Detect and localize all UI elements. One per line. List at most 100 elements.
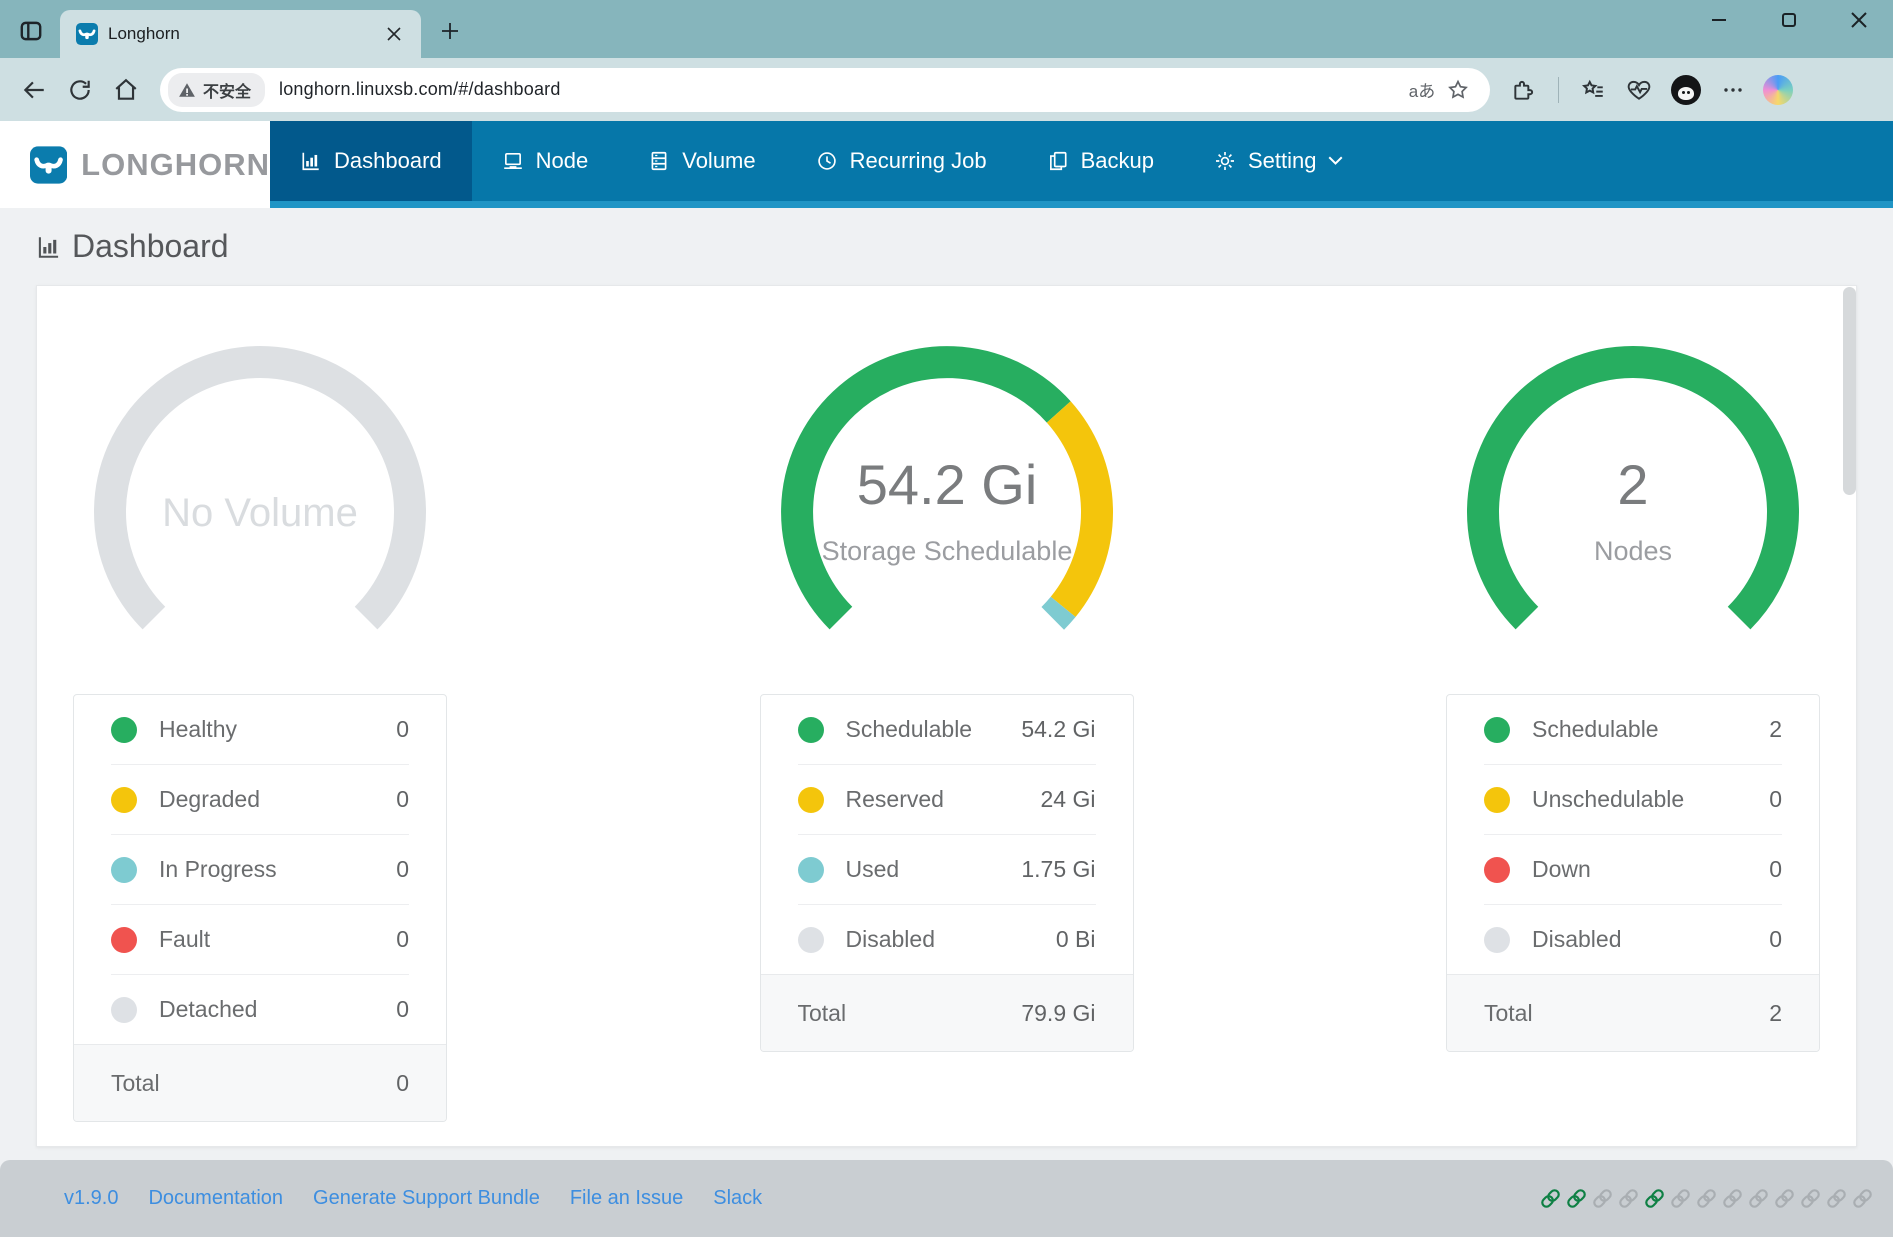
favorite-star-icon[interactable] — [1440, 72, 1476, 108]
footer-links: v1.9.0 Documentation Generate Support Bun… — [64, 1187, 762, 1210]
node-icon — [502, 150, 524, 172]
legend-value: 0 — [396, 786, 409, 813]
nav-item-setting[interactable]: Setting — [1184, 121, 1374, 208]
chain-link-icon-9-gray[interactable] — [1746, 1186, 1771, 1211]
maximize-icon[interactable] — [1777, 8, 1801, 32]
longhorn-bull-icon — [30, 137, 67, 193]
close-icon[interactable] — [1847, 8, 1871, 32]
chain-link-icon-10-gray[interactable] — [1772, 1186, 1797, 1211]
footer-link-slack[interactable]: Slack — [713, 1187, 762, 1210]
legend-total-row: Total0 — [74, 1044, 446, 1121]
nav-item-label: Dashboard — [334, 148, 442, 174]
extensions-icon[interactable] — [1504, 70, 1544, 110]
legend-label: Fault — [159, 926, 396, 953]
tab-actions-icon[interactable] — [14, 14, 48, 48]
svg-text:No Volume: No Volume — [162, 491, 358, 535]
svg-text:Nodes: Nodes — [1594, 536, 1672, 566]
version-link[interactable]: v1.9.0 — [64, 1187, 118, 1210]
url-text[interactable]: longhorn.linuxsb.com/#/dashboard — [279, 79, 1404, 100]
chain-link-icon-7-gray[interactable] — [1694, 1186, 1719, 1211]
legend-row-down: Down0 — [1447, 835, 1819, 904]
browser-tab[interactable]: Longhorn — [60, 10, 421, 58]
legend-row-detached: Detached0 — [74, 975, 446, 1044]
chain-link-icon-5-green[interactable] — [1642, 1186, 1667, 1211]
security-chip[interactable]: 不安全 — [168, 73, 265, 107]
gear-icon — [1214, 150, 1236, 172]
copilot-icon[interactable] — [1763, 75, 1793, 105]
new-tab-button[interactable] — [435, 16, 465, 46]
nav-item-label: Backup — [1081, 148, 1154, 174]
footer-link-documentation[interactable]: Documentation — [148, 1187, 283, 1210]
status-dot — [798, 717, 824, 743]
dashboard-card: No VolumeHealthy0Degraded0In Progress0Fa… — [36, 285, 1857, 1147]
chain-link-icon-4-gray[interactable] — [1616, 1186, 1641, 1211]
minimize-icon[interactable] — [1707, 8, 1731, 32]
chain-link-icon-3-gray[interactable] — [1590, 1186, 1615, 1211]
legend-value: 0 — [396, 856, 409, 883]
legend-total-row: Total79.9 Gi — [761, 974, 1133, 1051]
legend-row-disabled: Disabled0 Bi — [761, 905, 1133, 974]
status-dot — [1484, 927, 1510, 953]
storage-gauge: 54.2 GiStorage Schedulable — [777, 342, 1117, 682]
legend-label: In Progress — [159, 856, 396, 883]
tab-title: Longhorn — [108, 24, 381, 44]
nav-item-volume[interactable]: Volume — [618, 121, 785, 208]
status-dot — [1484, 857, 1510, 883]
chain-link-icon-13-gray[interactable] — [1850, 1186, 1875, 1211]
nav-item-backup[interactable]: Backup — [1017, 121, 1184, 208]
scrollbar[interactable] — [1843, 287, 1856, 495]
tab-close-icon[interactable] — [381, 21, 407, 47]
chain-link-icon-11-gray[interactable] — [1798, 1186, 1823, 1211]
legend-value: 1.75 Gi — [1021, 856, 1095, 883]
chain-link-icon-6-gray[interactable] — [1668, 1186, 1693, 1211]
footer-link-generate-support-bundle[interactable]: Generate Support Bundle — [313, 1187, 540, 1210]
volumes-legend-card: Healthy0Degraded0In Progress0Fault0Detac… — [73, 694, 447, 1122]
svg-text:2: 2 — [1617, 453, 1648, 516]
volumes-gauge: No Volume — [90, 342, 430, 682]
favorites-hub-icon[interactable] — [1573, 70, 1613, 110]
legend-label: Schedulable — [846, 716, 1022, 743]
legend-row-fault: Fault0 — [74, 905, 446, 974]
legend-row-reserved: Reserved24 Gi — [761, 765, 1133, 834]
nav-item-node[interactable]: Node — [472, 121, 619, 208]
legend-label: Used — [846, 856, 1022, 883]
nav-item-label: Volume — [682, 148, 755, 174]
page-body: Dashboard No VolumeHealthy0Degraded0In P… — [0, 208, 1893, 1160]
longhorn-logo[interactable]: LONGHORN — [0, 121, 270, 208]
nav-item-recurring-job[interactable]: Recurring Job — [786, 121, 1017, 208]
chart-icon — [300, 150, 322, 172]
chain-link-icon-12-gray[interactable] — [1824, 1186, 1849, 1211]
home-icon[interactable] — [106, 70, 146, 110]
footer-link-file-an-issue[interactable]: File an Issue — [570, 1187, 683, 1210]
status-dot — [798, 787, 824, 813]
browser-tab-strip: Longhorn — [0, 0, 1893, 58]
legend-label: Degraded — [159, 786, 396, 813]
total-label: Total — [798, 1000, 1022, 1027]
legend-row-degraded: Degraded0 — [74, 765, 446, 834]
legend-row-schedulable: Schedulable54.2 Gi — [761, 695, 1133, 764]
url-bar[interactable]: 不安全 longhorn.linuxsb.com/#/dashboard aあ — [160, 68, 1490, 112]
nav-item-dashboard[interactable]: Dashboard — [270, 121, 472, 208]
total-value: 0 — [396, 1070, 409, 1097]
profile-avatar[interactable] — [1671, 75, 1701, 105]
legend-label: Down — [1532, 856, 1769, 883]
nodes-legend-card: Schedulable2Unschedulable0Down0Disabled0… — [1446, 694, 1820, 1052]
translate-icon[interactable]: aあ — [1404, 72, 1440, 108]
legend-label: Unschedulable — [1532, 786, 1769, 813]
legend-value: 2 — [1769, 716, 1782, 743]
settings-menu-icon[interactable] — [1713, 70, 1753, 110]
legend-value: 0 Bi — [1056, 926, 1096, 953]
legend-value: 0 — [396, 716, 409, 743]
total-value: 2 — [1769, 1000, 1782, 1027]
volume-icon — [648, 150, 670, 172]
page-title-text: Dashboard — [72, 228, 229, 265]
legend-row-healthy: Healthy0 — [74, 695, 446, 764]
app-footer: v1.9.0 Documentation Generate Support Bun… — [0, 1160, 1893, 1237]
dashboard-title-icon — [36, 234, 62, 260]
chain-link-icon-1-green[interactable] — [1538, 1186, 1563, 1211]
browser-essentials-icon[interactable] — [1619, 70, 1659, 110]
chain-link-icon-2-green[interactable] — [1564, 1186, 1589, 1211]
back-icon[interactable] — [14, 70, 54, 110]
refresh-icon[interactable] — [60, 70, 100, 110]
chain-link-icon-8-gray[interactable] — [1720, 1186, 1745, 1211]
